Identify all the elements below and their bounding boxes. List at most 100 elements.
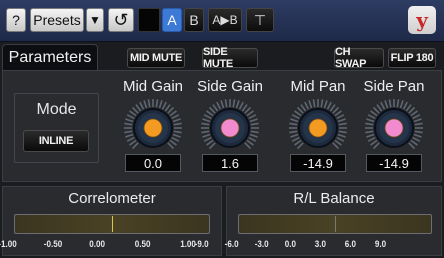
mid-pan-label: Mid Pan	[290, 78, 346, 95]
ch-swap-button[interactable]: CH SWAP	[334, 46, 384, 70]
scale-label: -6.0	[224, 239, 239, 250]
side-pan-knob[interactable]	[361, 98, 427, 156]
knob-tick	[367, 114, 376, 120]
knob-tick	[203, 114, 212, 120]
knob-tick	[336, 136, 345, 142]
knob-tick	[173, 122, 182, 126]
help-button[interactable]: ?	[6, 8, 26, 32]
knob-tick	[206, 139, 214, 146]
knob-tick	[125, 118, 134, 123]
side-gain-label: Side Gain	[197, 78, 263, 95]
knob-tick	[294, 110, 302, 117]
knob-tick	[380, 101, 386, 110]
side-mute-button[interactable]: SIDE MUTE	[202, 46, 258, 70]
side-pan-value[interactable]: -14.9	[366, 154, 422, 172]
mid-mute-button[interactable]: MID MUTE	[127, 48, 185, 68]
knob-tick	[290, 133, 299, 138]
knob-tick	[208, 142, 216, 150]
correlometer-meter	[14, 214, 210, 234]
knob-tick	[308, 100, 313, 109]
knob-tick	[235, 100, 240, 109]
knob-tick	[300, 104, 307, 112]
knob-tick	[336, 114, 345, 120]
knob-tick	[414, 130, 423, 134]
knob-tick	[124, 122, 133, 126]
knob-tick	[126, 136, 135, 142]
knob-tick	[332, 106, 340, 114]
knob-tick	[408, 106, 416, 114]
knob-tick	[158, 100, 163, 109]
knob-tick	[169, 110, 177, 117]
presets-button[interactable]: Presets	[30, 8, 84, 32]
knob-tick	[329, 104, 336, 112]
knob-tick	[402, 101, 408, 110]
side-gain-value[interactable]: 1.6	[202, 154, 258, 172]
flip-180-button[interactable]: FLIP 180	[388, 48, 436, 68]
mode-selector[interactable]: INLINE	[23, 130, 89, 152]
knob-tick	[289, 122, 298, 126]
knob-tick	[372, 142, 380, 150]
knob-tick	[376, 104, 383, 112]
knob-tick	[410, 139, 418, 146]
scale-label: -9.0	[194, 239, 209, 250]
knob-tick	[338, 130, 347, 134]
knob-tick	[232, 99, 236, 108]
knob-tick	[172, 118, 181, 123]
reset-icon[interactable]: ↺	[108, 8, 134, 32]
knob-tick	[208, 106, 216, 114]
balance-title: R/L Balance	[293, 190, 375, 207]
scale-label: -0.50	[43, 239, 63, 250]
scale-label: 0.50	[134, 239, 151, 250]
knob-tick	[246, 139, 254, 146]
knob-tick	[323, 100, 328, 109]
knob-tick	[147, 99, 151, 108]
knob-tick	[326, 101, 332, 110]
knob-tick	[366, 133, 375, 138]
tab-parameters[interactable]: Parameters	[2, 44, 98, 70]
mid-gain-label: Mid Gain	[122, 78, 184, 95]
knob-tick	[414, 122, 423, 126]
knob-cap	[143, 118, 163, 138]
side-gain-knob[interactable]	[197, 98, 263, 156]
knob-tick	[164, 104, 171, 112]
knob-tick	[139, 101, 145, 110]
knob-tick	[202, 133, 211, 138]
knob-tick	[396, 99, 400, 108]
knob-tick	[320, 99, 324, 108]
knob-tick	[206, 110, 214, 117]
knob-tick	[304, 101, 310, 110]
knob-tick	[201, 130, 210, 134]
window-size-button[interactable]: ⊤	[246, 8, 274, 32]
knob-tick	[338, 122, 347, 126]
knob-tick	[408, 142, 416, 150]
knob-tick	[244, 106, 252, 114]
copy-a-to-b-button[interactable]: A▶B	[208, 8, 242, 32]
knob-tick	[129, 110, 137, 117]
knob-tick	[413, 118, 422, 123]
balance-indicator	[335, 216, 336, 232]
logo-icon: y	[408, 6, 436, 34]
knob-tick	[220, 100, 225, 109]
knob-tick	[412, 136, 421, 142]
knob-tick	[171, 114, 180, 120]
mid-gain-knob[interactable]	[120, 98, 186, 156]
knob-tick	[212, 104, 219, 112]
knob-tick	[290, 118, 299, 123]
knob-tick	[248, 136, 257, 142]
knob-tick	[129, 139, 137, 146]
scale-label: -1.00	[0, 239, 17, 250]
state-a-button[interactable]: A	[162, 8, 182, 32]
knob-tick	[124, 130, 133, 134]
mid-pan-value[interactable]: -14.9	[290, 154, 346, 172]
knob-tick	[370, 110, 378, 117]
knob-tick	[202, 118, 211, 123]
state-b-button[interactable]: B	[184, 8, 204, 32]
preset-name-field[interactable]	[138, 8, 160, 32]
mid-pan-knob[interactable]	[285, 98, 351, 156]
presets-dropdown-icon[interactable]: ▼	[86, 8, 104, 32]
knob-tick	[337, 133, 346, 138]
mid-gain-value[interactable]: 0.0	[125, 154, 181, 172]
knob-tick	[372, 106, 380, 114]
knob-tick	[334, 139, 342, 146]
knob-tick	[384, 100, 389, 109]
